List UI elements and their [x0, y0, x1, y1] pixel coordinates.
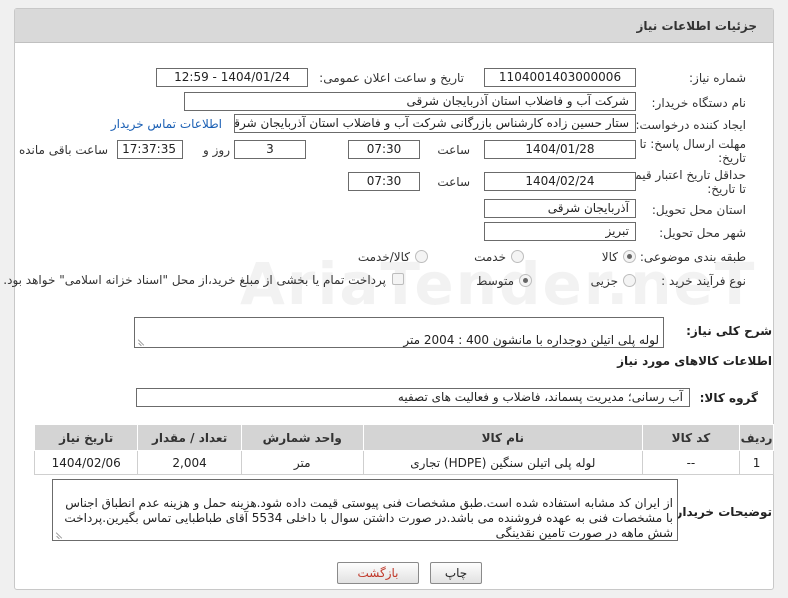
buyer-contact-link[interactable]: اطلاعات تماس خریدار	[111, 117, 222, 131]
category-option-goods-service: کالا/خدمت	[357, 250, 410, 264]
process-option-minor: جزیی	[590, 274, 618, 288]
remaining-label: ساعت باقی مانده	[18, 143, 108, 157]
buyer-org-field: شرکت آب و فاضلاب استان آذربایجان شرقی	[184, 92, 636, 111]
cell-unit: متر	[240, 450, 364, 475]
back-button[interactable]: بازگشت	[337, 562, 419, 584]
deadline-label-line2: تاریخ:	[718, 151, 746, 165]
panel-header: جزئیات اطلاعات نیاز	[15, 9, 773, 43]
creator-field: ستار حسین زاده کارشناس بازرگانی شرکت آب …	[234, 114, 636, 133]
price-validity-label-line2: تا تاریخ:	[707, 182, 746, 196]
col-header-need-date: تاریخ نیاز	[33, 424, 139, 451]
buyer-notes-text: از ایران کد مشابه استفاده شده است.طبق مش…	[64, 496, 673, 540]
remaining-time-field: 17:37:35	[117, 140, 183, 159]
buyer-org-label: نام دستگاه خریدار:	[651, 96, 747, 110]
announce-datetime-field: 1404/01/24 - 12:59	[156, 68, 308, 87]
col-header-code: کد کالا	[641, 424, 741, 451]
need-number-label: شماره نیاز:	[689, 71, 746, 85]
category-option-service: خدمت	[474, 250, 506, 264]
cell-code: --	[641, 450, 741, 475]
goods-group-field: آب رسانی؛ مدیریت پسماند، فاضلاب و فعالیت…	[136, 388, 690, 407]
table-row: 1 -- لوله پلی اتیلن سنگین (HDPE) تجاری م…	[33, 450, 774, 475]
col-header-unit: واحد شمارش	[240, 424, 364, 451]
price-validity-time-label: ساعت	[437, 175, 470, 189]
city-label: شهر محل تحویل:	[659, 226, 746, 240]
goods-section-title: اطلاعات کالاهای مورد نیاز	[617, 354, 772, 368]
cell-quantity: 2,004	[137, 450, 242, 475]
days-field: 3	[234, 140, 306, 159]
province-label: استان محل تحویل:	[651, 203, 746, 217]
description-label: شرح کلی نیاز:	[686, 324, 772, 338]
resize-grip-icon[interactable]	[55, 531, 63, 539]
col-header-quantity: تعداد / مقدار	[137, 424, 242, 451]
resize-grip-icon[interactable]	[137, 338, 145, 346]
treasury-payment-checkbox[interactable]	[392, 273, 404, 285]
process-radio-medium[interactable]	[519, 274, 532, 287]
description-textarea[interactable]: لوله پلی اتیلن دوجداره با مانشون 400 : 2…	[134, 317, 664, 348]
description-text: لوله پلی اتیلن دوجداره با مانشون 400 : 2…	[403, 333, 659, 347]
goods-table: ردیف کد کالا نام کالا واحد شمارش تعداد /…	[33, 424, 774, 475]
buyer-notes-textarea[interactable]: از ایران کد مشابه استفاده شده است.طبق مش…	[52, 479, 678, 541]
price-validity-label-line1: حداقل تاریخ اعتبار قیمت:	[619, 168, 746, 182]
category-radio-goods[interactable]	[623, 250, 636, 263]
days-label: روز و	[203, 143, 230, 157]
province-field: آذربایجان شرقی	[484, 199, 636, 218]
cell-row-number: 1	[739, 450, 774, 475]
page-title: جزئیات اطلاعات نیاز	[636, 19, 757, 33]
treasury-payment-note: پرداخت تمام یا بخشی از مبلغ خرید،از محل …	[3, 273, 386, 287]
table-header-row: ردیف کد کالا نام کالا واحد شمارش تعداد /…	[33, 424, 774, 451]
deadline-label-line1: مهلت ارسال پاسخ: تا	[639, 137, 746, 151]
process-radio-minor[interactable]	[623, 274, 636, 287]
category-option-goods: کالا	[601, 250, 618, 264]
announce-label: تاریخ و ساعت اعلان عمومی:	[319, 71, 464, 85]
cell-name: لوله پلی اتیلن سنگین (HDPE) تجاری	[362, 450, 643, 475]
category-label: طبقه بندی موضوعی:	[639, 250, 746, 264]
deadline-time-field: 07:30	[348, 140, 420, 159]
category-radio-goods-service[interactable]	[415, 250, 428, 263]
creator-label: ایجاد کننده درخواست:	[635, 118, 746, 132]
price-validity-time-field: 07:30	[348, 172, 420, 191]
process-option-medium: متوسط	[476, 274, 514, 288]
process-label: نوع فرآیند خرید :	[661, 274, 746, 288]
buyer-notes-label: توضیحات خریدار:	[670, 505, 772, 519]
col-header-name: نام کالا	[362, 424, 643, 451]
deadline-time-label: ساعت	[437, 143, 470, 157]
deadline-date-field: 1404/01/28	[484, 140, 636, 159]
need-number-field: 1104001403000006	[484, 68, 636, 87]
cell-need-date: 1404/02/06	[33, 450, 139, 475]
category-radio-service[interactable]	[511, 250, 524, 263]
print-button[interactable]: چاپ	[430, 562, 482, 584]
price-validity-date-field: 1404/02/24	[484, 172, 636, 191]
city-field: تبریز	[484, 222, 636, 241]
goods-group-label: گروه کالا:	[699, 391, 758, 405]
col-header-row-number: ردیف	[739, 424, 774, 451]
